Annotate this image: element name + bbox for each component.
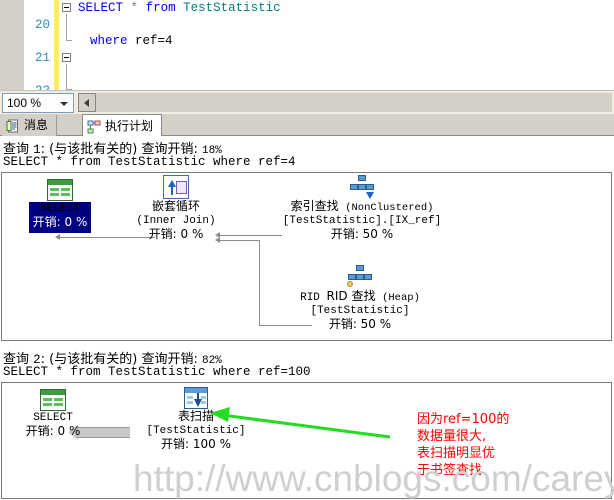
fold-toggle-icon[interactable] — [62, 3, 71, 12]
plan-node-rid-lookup[interactable]: RID RID 查找 (Heap) [TestStatistic] 开销: 50… — [270, 265, 450, 333]
scroll-left-button[interactable] — [78, 93, 96, 112]
editor-code-lines[interactable]: 20 SELECT * from TestStatistic 21 where … — [0, 0, 614, 90]
plan-node-rid-lookup-cost: 开销: 50 % — [328, 317, 392, 331]
zoom-level-dropdown[interactable]: 100 % — [2, 93, 74, 113]
line-number: 20 — [34, 17, 50, 32]
tab-execution-plan-label: 执行计划 — [105, 119, 154, 133]
line-number: 21 — [34, 50, 50, 65]
plan-node-nested-loops-title: 嵌套循环 — [151, 199, 200, 213]
plan-node-index-seek-kind: (NonClustered) — [345, 202, 434, 214]
plan-node-nested-loops-cost: 开销: 0 % — [148, 227, 204, 241]
ssms-window: 20 SELECT * from TestStatistic 21 where … — [0, 0, 614, 500]
plan-node-index-seek-title: 索引查找 — [290, 199, 339, 213]
plan-node-select-highlight: SELECT 开销: 0 % — [28, 202, 92, 233]
sql-editor[interactable]: 20 SELECT * from TestStatistic 21 where … — [0, 0, 614, 90]
plan-node-index-seek[interactable]: 索引查找 (NonClustered) [TestStatistic].[IX_… — [262, 175, 462, 243]
chevron-down-icon — [60, 102, 68, 106]
plan-node-index-seek-cost: 开销: 50 % — [330, 227, 394, 241]
line-number: 22 — [24, 83, 50, 91]
plan1-sql-text: SELECT * from TestStatistic where ref=4 — [3, 155, 296, 169]
index-seek-icon — [349, 175, 375, 199]
tab-messages[interactable]: 消息 — [2, 115, 58, 136]
rid-lookup-icon — [347, 265, 373, 289]
plan-node-rid-lookup-title: RID 查找 — [326, 289, 376, 303]
annotation-line-1: 因为ref=100的 — [417, 412, 510, 427]
editor-status-strip: 100 % — [0, 90, 614, 114]
plan-node-select-cost: 开销: 0 % — [32, 215, 88, 229]
plan-node-select[interactable]: SELECT 开销: 0 % — [8, 179, 112, 233]
connector-arrowhead-icon — [55, 234, 60, 240]
annotation-line-2: 数据量很大, — [417, 429, 487, 444]
zoom-level-value: 100 % — [7, 96, 42, 110]
messages-icon — [6, 119, 20, 133]
result-set-icon — [47, 179, 73, 201]
plan-node-rid-lookup-kind: (Heap) — [382, 292, 420, 304]
execution-plan-icon — [87, 119, 101, 134]
plan1-diagram[interactable]: SELECT 开销: 0 % 嵌套循环 (Inner Join) 开销: 0 % — [1, 172, 612, 341]
plan-node-select-2[interactable]: SELECT 开销: 0 % — [8, 389, 98, 440]
fold-toggle-icon[interactable] — [62, 53, 71, 62]
outline-guide — [66, 64, 67, 89]
code-text[interactable]: SELECT * from TestStatistic — [78, 0, 281, 17]
plan-node-nested-loops[interactable]: 嵌套循环 (Inner Join) 开销: 0 % — [112, 175, 240, 243]
watermark-text: http://www.cnblogs.com/careyson — [133, 458, 614, 499]
code-text[interactable]: where ref=4 — [90, 33, 173, 50]
green-pointer-arrow-icon — [210, 407, 391, 439]
connector-branch-vertical — [259, 240, 260, 325]
tab-messages-label: 消息 — [24, 118, 49, 132]
result-set-icon — [40, 389, 66, 411]
outline-guide — [66, 40, 72, 41]
outline-guide — [66, 14, 67, 40]
tab-execution-plan[interactable]: 执行计划 — [82, 114, 163, 137]
plan2-sql-text: SELECT * from TestStatistic where ref=10… — [3, 365, 311, 379]
results-tabbar[interactable]: 消息 执行计划 — [0, 114, 614, 137]
editor-horizontal-scrollbar[interactable] — [96, 93, 612, 112]
nested-loops-icon — [163, 175, 189, 199]
chevron-left-icon — [84, 99, 89, 107]
plan-node-select-2-cost: 开销: 0 % — [25, 424, 81, 438]
plan-node-rid-lookup-title-a: RID — [300, 292, 327, 304]
